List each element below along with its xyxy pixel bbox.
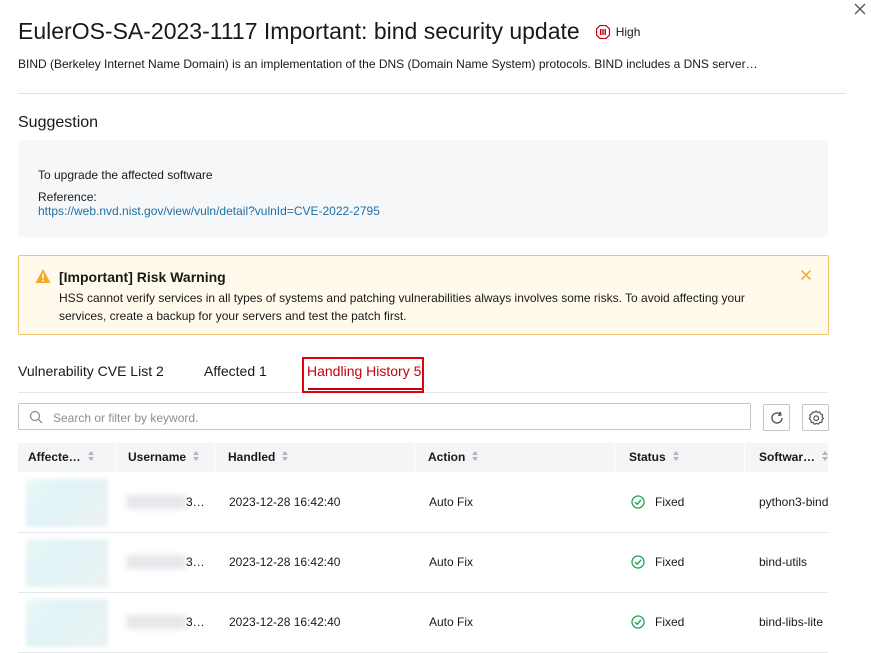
suggestion-box: To upgrade the affected software Referen… [18, 140, 828, 237]
column-divider [214, 443, 215, 472]
reference-link[interactable]: https://web.nvd.nist.gov/view/vuln/detai… [38, 204, 380, 218]
sort-icon [472, 451, 479, 461]
column-label: Softwar… [759, 450, 816, 464]
column-header-software[interactable]: Softwar… [759, 443, 829, 472]
column-header-status[interactable]: Status [629, 443, 680, 472]
action-cell: Auto Fix [429, 615, 474, 629]
search-box [18, 403, 751, 430]
handled-time: 2023-12-28 16:42:40 [229, 495, 341, 509]
sort-icon [193, 451, 200, 461]
tab-vulnerability-cve-list[interactable]: Vulnerability CVE List 2 [18, 363, 164, 379]
redacted-server-name [26, 539, 108, 587]
tab-affected[interactable]: Affected 1 [204, 363, 267, 379]
column-label: Affecte… [28, 450, 81, 464]
risk-warning-alert: [Important] Risk Warning HSS cannot veri… [18, 255, 829, 335]
sort-icon [282, 451, 289, 461]
vulnerability-description: BIND (Berkeley Internet Name Domain) is … [18, 57, 758, 71]
table-row: 3… 2023-12-28 16:42:40 Auto Fix Fixed py… [18, 473, 828, 533]
settings-button[interactable] [802, 404, 829, 431]
redacted-username [126, 555, 186, 569]
status-label: Fixed [655, 615, 685, 629]
column-header-action[interactable]: Action [428, 443, 479, 472]
software-cell: bind-utils [759, 555, 808, 569]
severity-badge: High [595, 24, 641, 39]
close-dialog-button[interactable] [851, 0, 869, 18]
warning-icon [35, 269, 51, 283]
column-header-handled[interactable]: Handled [228, 443, 289, 472]
column-label: Handled [228, 450, 276, 464]
check-circle-icon [631, 555, 645, 569]
software-cell: python3-bind [759, 495, 828, 509]
status-cell: Fixed [631, 593, 684, 652]
handled-time: 2023-12-28 16:42:40 [229, 555, 341, 569]
redacted-username [126, 615, 186, 629]
column-divider [116, 443, 117, 472]
column-label: Username [128, 450, 187, 464]
software-cell: bind-libs-lite [759, 615, 824, 629]
handled-time: 2023-12-28 16:42:40 [229, 615, 341, 629]
suggestion-heading: Suggestion [18, 114, 99, 131]
refresh-button[interactable] [763, 404, 790, 431]
check-circle-icon [631, 615, 645, 629]
sort-icon [822, 451, 829, 461]
redacted-server-name [26, 479, 108, 527]
redacted-server-name [26, 599, 108, 647]
search-input[interactable] [51, 407, 745, 428]
status-label: Fixed [655, 555, 685, 569]
warning-title: [Important] Risk Warning [59, 269, 226, 285]
severity-label: High [615, 24, 641, 39]
username-suffix: 3… [186, 555, 205, 569]
title-row: EulerOS-SA-2023-1117 Important: bind sec… [18, 18, 640, 45]
severity-high-icon [595, 24, 610, 39]
divider [18, 93, 846, 94]
table-header: Affecte… Username Handled Action Status … [18, 443, 829, 472]
warning-text: HSS cannot verify services in all types … [59, 291, 745, 323]
sort-icon [672, 451, 679, 461]
refresh-icon [770, 411, 783, 424]
column-label: Status [629, 450, 666, 464]
column-header-username[interactable]: Username [128, 443, 200, 472]
redacted-username [126, 495, 186, 509]
close-icon[interactable] [799, 268, 813, 282]
column-label: Action [428, 450, 466, 464]
gear-icon [808, 409, 824, 425]
column-divider [414, 443, 415, 472]
check-circle-icon [631, 495, 645, 509]
username-suffix: 3… [186, 615, 205, 629]
reference-label: Reference: [38, 190, 97, 204]
status-label: Fixed [655, 495, 685, 509]
action-cell: Auto Fix [429, 555, 474, 569]
action-cell: Auto Fix [429, 495, 474, 509]
column-divider [744, 443, 745, 472]
table-row: 3… 2023-12-28 16:42:40 Auto Fix Fixed bi… [18, 533, 828, 593]
username-suffix: 3… [186, 495, 205, 509]
tab-highlight-box [302, 357, 424, 393]
status-cell: Fixed [631, 533, 684, 592]
column-header-affected[interactable]: Affecte… [28, 443, 95, 472]
sort-icon [87, 451, 94, 461]
column-divider [614, 443, 615, 472]
status-cell: Fixed [631, 473, 684, 532]
page-title: EulerOS-SA-2023-1117 Important: bind sec… [18, 18, 580, 44]
close-icon [854, 3, 866, 15]
search-icon [29, 410, 43, 424]
tab-bar: Vulnerability CVE List 2 Affected 1 Hand… [18, 355, 828, 393]
suggestion-text: To upgrade the affected software [38, 168, 213, 182]
table-row: 3… 2023-12-28 16:42:40 Auto Fix Fixed bi… [18, 593, 828, 653]
